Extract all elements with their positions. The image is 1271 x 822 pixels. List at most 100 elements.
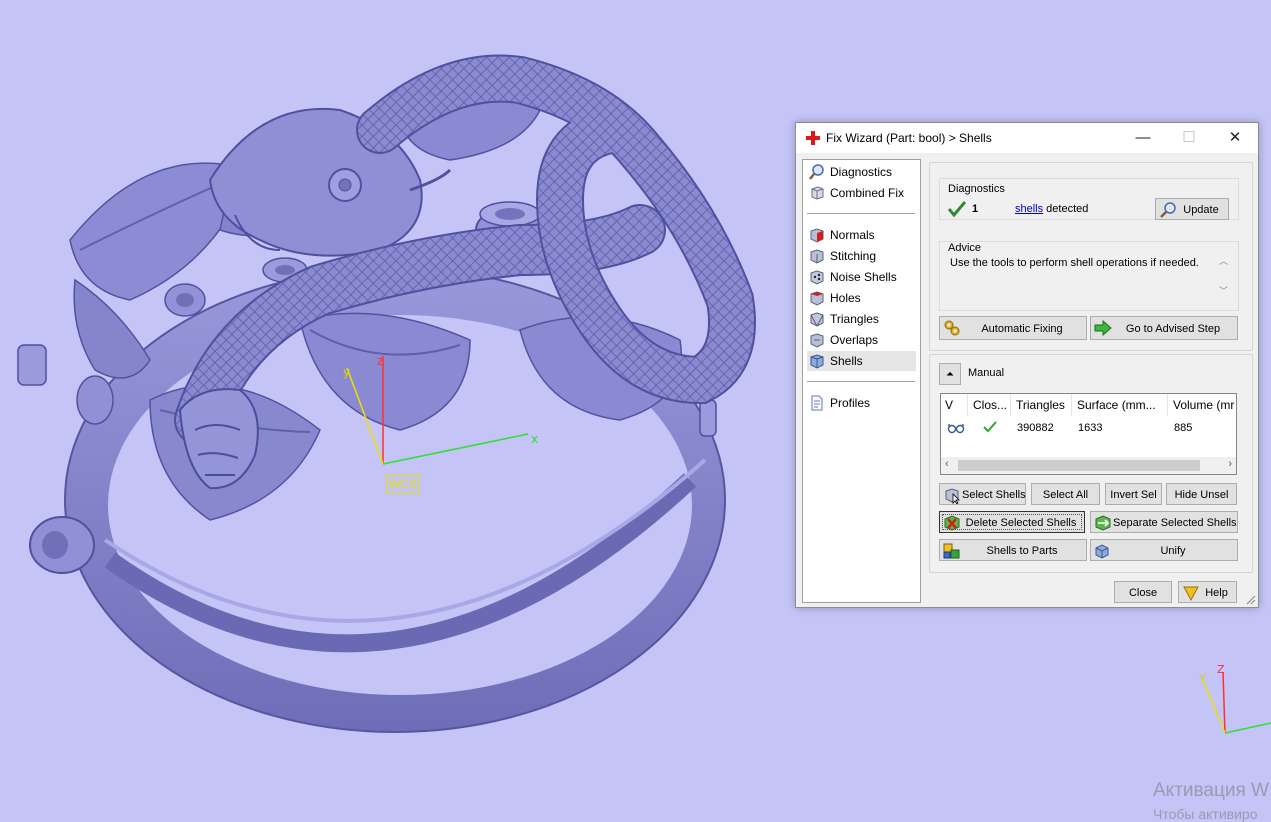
separate-selected-shells-label: Separate Selected Shells bbox=[1113, 517, 1237, 529]
noise-shells-icon bbox=[810, 270, 824, 285]
scroll-up-icon[interactable]: ︿ bbox=[1219, 254, 1228, 267]
advice-title: Advice bbox=[948, 242, 982, 254]
advice-text: Use the tools to perform shell operation… bbox=[950, 256, 1238, 296]
cell-volume: 885 bbox=[1174, 422, 1193, 434]
close-window-button[interactable]: ✕ bbox=[1212, 123, 1258, 153]
column-header-closed[interactable]: Clos... bbox=[969, 394, 1011, 416]
sidebar-item-label: Stitching bbox=[830, 249, 877, 263]
double-chevron-up-icon: ⏶ bbox=[946, 369, 954, 380]
scroll-down-icon[interactable]: ﹀ bbox=[1219, 284, 1228, 297]
sidebar-item-label: Noise Shells bbox=[830, 270, 897, 284]
axis-z-label: z bbox=[377, 354, 383, 368]
cell-surface: 1633 bbox=[1078, 422, 1103, 434]
delete-selected-shells-button[interactable]: Delete Selected Shells bbox=[939, 511, 1085, 533]
sidebar-item-combined-fix[interactable]: Combined Fix bbox=[807, 183, 916, 203]
triangles-icon bbox=[810, 312, 824, 327]
sidebar-item-noise-shells[interactable]: Noise Shells bbox=[807, 267, 916, 287]
magnifier-icon bbox=[1160, 202, 1176, 218]
column-header-volume[interactable]: Volume (mr bbox=[1169, 394, 1236, 416]
column-header-surface[interactable]: Surface (mm... bbox=[1073, 394, 1168, 416]
check-icon bbox=[948, 201, 966, 217]
shells-cube-icon bbox=[810, 354, 824, 369]
select-shells-button[interactable]: Select Shells bbox=[939, 483, 1026, 505]
automatic-fixing-button[interactable]: Automatic Fixing bbox=[939, 316, 1087, 340]
wcs-label: WCS bbox=[386, 474, 420, 493]
shells-to-parts-icon bbox=[943, 543, 960, 559]
delete-shell-icon bbox=[944, 515, 960, 531]
select-all-button[interactable]: Select All bbox=[1031, 483, 1100, 505]
manual-title: Manual bbox=[968, 367, 1005, 379]
check-icon bbox=[983, 421, 997, 433]
invert-sel-button[interactable]: Invert Sel bbox=[1105, 483, 1162, 505]
shells-to-parts-label: Shells to Parts bbox=[986, 545, 1058, 557]
detected-text: detected bbox=[1043, 203, 1089, 215]
diagnostics-panel: Diagnostics 1 shells detected Update Adv… bbox=[929, 162, 1253, 351]
sidebar-item-normals[interactable]: Normals bbox=[807, 225, 916, 245]
hide-unsel-button[interactable]: Hide Unsel bbox=[1166, 483, 1237, 505]
sidebar-item-shells[interactable]: Shells bbox=[807, 351, 916, 371]
select-shells-label: Select Shells bbox=[962, 489, 1026, 501]
sidebar-item-profiles[interactable]: Profiles bbox=[807, 393, 916, 413]
select-cube-icon bbox=[945, 488, 960, 504]
column-header-visible[interactable]: V bbox=[941, 394, 968, 416]
diagnostics-title: Diagnostics bbox=[948, 183, 1005, 195]
cell-triangles: 390882 bbox=[1017, 422, 1054, 434]
activation-watermark-line1: Активация W bbox=[1153, 780, 1269, 801]
shell-count: 1 bbox=[972, 203, 979, 215]
red-cross-icon bbox=[806, 131, 820, 145]
help-triangle-icon bbox=[1183, 586, 1199, 602]
unify-button[interactable]: Unify bbox=[1090, 539, 1238, 561]
sidebar-item-label: Normals bbox=[830, 228, 875, 242]
go-to-advised-step-label: Go to Advised Step bbox=[1125, 323, 1221, 335]
close-button[interactable]: Close bbox=[1114, 581, 1172, 603]
title-bar[interactable]: Fix Wizard (Part: bool) > Shells — ☐ ✕ bbox=[796, 123, 1258, 153]
sidebar-item-label: Diagnostics bbox=[830, 165, 893, 179]
minimize-button[interactable]: — bbox=[1120, 123, 1166, 153]
sidebar-item-label: Triangles bbox=[830, 312, 879, 326]
automatic-fixing-label: Automatic Fixing bbox=[981, 323, 1063, 335]
help-button[interactable]: Help bbox=[1178, 581, 1237, 603]
sidebar-item-stitching[interactable]: Stitching bbox=[807, 246, 916, 266]
stitching-cube-icon bbox=[810, 249, 824, 264]
scroll-right-icon[interactable]: › bbox=[1228, 458, 1232, 470]
collapse-manual-button[interactable]: ⏶ bbox=[939, 363, 961, 385]
green-arrow-icon bbox=[1094, 319, 1112, 337]
sidebar-item-label: Holes bbox=[830, 291, 861, 305]
delete-selected-shells-label: Delete Selected Shells bbox=[965, 517, 1077, 529]
sidebar-item-label: Shells bbox=[830, 354, 863, 368]
sidebar-separator bbox=[807, 381, 915, 382]
sidebar-item-label: Profiles bbox=[830, 396, 871, 410]
manual-panel: ⏶ Manual V Clos... Triangles Surface (mm… bbox=[929, 354, 1253, 573]
document-icon bbox=[811, 395, 823, 411]
sidebar-item-holes[interactable]: Holes bbox=[807, 288, 916, 308]
fix-wizard-dialog: Fix Wizard (Part: bool) > Shells — ☐ ✕ D… bbox=[795, 122, 1259, 608]
sidebar-item-overlaps[interactable]: Overlaps bbox=[807, 330, 916, 350]
horizontal-scrollbar[interactable]: ‹ › bbox=[941, 457, 1236, 474]
advice-group: Advice Use the tools to perform shell op… bbox=[939, 241, 1239, 311]
activation-watermark-line2: Чтобы активиро bbox=[1153, 806, 1258, 822]
separate-shell-icon bbox=[1095, 515, 1111, 531]
shells-table[interactable]: V Clos... Triangles Surface (mm... Volum… bbox=[940, 393, 1237, 475]
help-label: Help bbox=[1205, 587, 1228, 599]
normals-cube-icon bbox=[810, 228, 824, 243]
resize-grip-icon[interactable] bbox=[1246, 595, 1256, 605]
eye-glasses-icon[interactable] bbox=[947, 422, 965, 434]
sidebar-item-diagnostics[interactable]: Diagnostics bbox=[807, 162, 916, 182]
corner-axes: Z Y bbox=[1198, 663, 1271, 734]
cube-icon bbox=[811, 186, 824, 200]
shells-to-parts-button[interactable]: Shells to Parts bbox=[939, 539, 1087, 561]
separate-selected-shells-button[interactable]: Separate Selected Shells bbox=[1090, 511, 1238, 533]
corner-axis-z-label: Z bbox=[1217, 663, 1225, 676]
sidebar-separator bbox=[807, 213, 915, 214]
scroll-left-icon[interactable]: ‹ bbox=[945, 458, 949, 470]
update-button[interactable]: Update bbox=[1155, 198, 1229, 220]
sidebar-item-triangles[interactable]: Triangles bbox=[807, 309, 916, 329]
scrollbar-thumb[interactable] bbox=[958, 460, 1200, 471]
holes-cube-icon bbox=[810, 291, 824, 306]
axis-x-label: x bbox=[531, 432, 538, 446]
gears-icon bbox=[944, 320, 960, 336]
column-header-triangles[interactable]: Triangles bbox=[1012, 394, 1072, 416]
maximize-button: ☐ bbox=[1182, 129, 1196, 146]
go-to-advised-step-button[interactable]: Go to Advised Step bbox=[1090, 316, 1238, 340]
shells-link[interactable]: shells bbox=[1015, 203, 1043, 215]
